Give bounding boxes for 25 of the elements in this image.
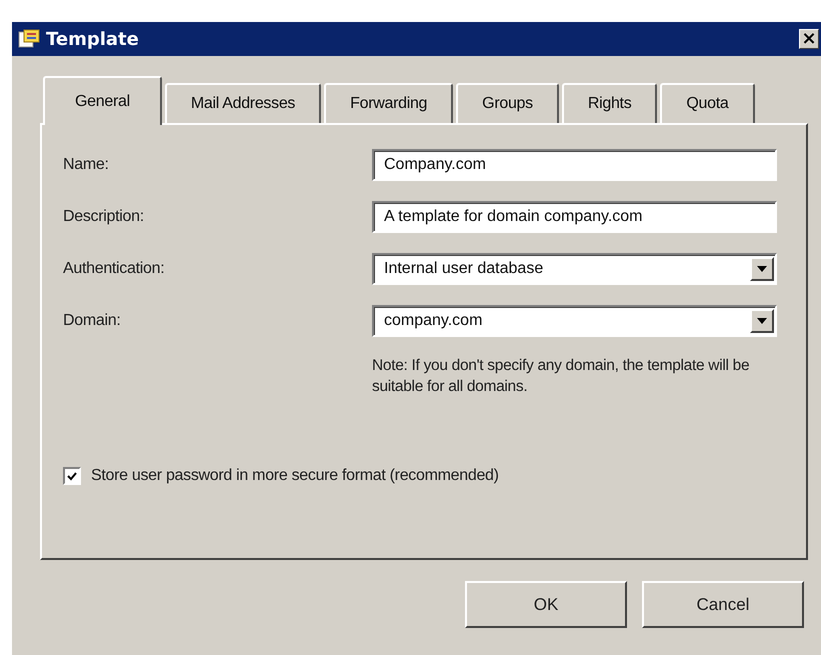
text-field[interactable]: Company.com bbox=[372, 149, 777, 181]
checkbox-label: Store user password in more secure format (recommended) bbox=[91, 467, 499, 485]
tab[interactable]: Quota bbox=[660, 83, 754, 123]
tab[interactable]: Forwarding bbox=[324, 83, 454, 123]
field-label: Description: bbox=[63, 208, 145, 226]
close-button[interactable]: × bbox=[799, 29, 819, 49]
window-icon bbox=[18, 29, 40, 49]
check-icon bbox=[67, 472, 77, 480]
dialog-button[interactable]: OK bbox=[465, 581, 627, 628]
dropdown-arrow-icon[interactable] bbox=[757, 318, 767, 324]
field-label: Domain: bbox=[63, 312, 122, 330]
note-text: Note: If you don't specify any domain, the template will be suitable for all domains. bbox=[372, 356, 750, 397]
field-label: Authentication: bbox=[63, 260, 166, 278]
field-label: Name: bbox=[63, 156, 110, 174]
tab[interactable]: Mail Addresses bbox=[164, 83, 322, 123]
checkbox[interactable] bbox=[63, 467, 81, 485]
text-field[interactable]: A template for domain company.com bbox=[372, 201, 777, 233]
tab[interactable]: Groups bbox=[456, 83, 559, 123]
tab[interactable]: Rights bbox=[562, 83, 658, 123]
dropdown[interactable]: company.com bbox=[372, 305, 777, 337]
tab[interactable]: General bbox=[43, 76, 162, 125]
dropdown-arrow-icon[interactable] bbox=[757, 266, 767, 272]
dialog-button[interactable]: Cancel bbox=[642, 581, 804, 628]
window-title: Template bbox=[46, 28, 140, 50]
dropdown[interactable]: Internal user database bbox=[372, 253, 777, 285]
